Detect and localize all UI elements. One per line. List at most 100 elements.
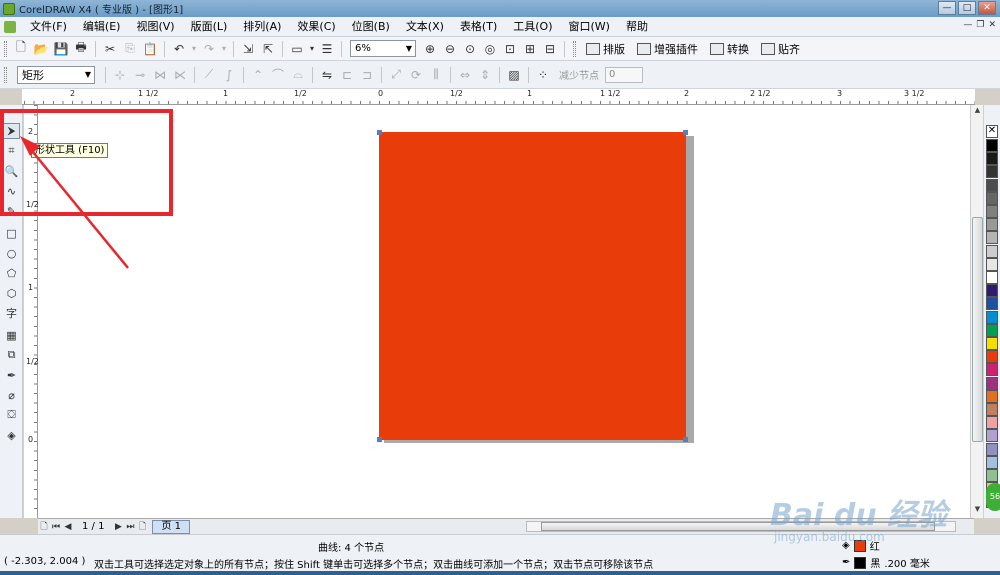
import-icon[interactable]: ⇲: [238, 40, 258, 58]
zoom-page-icon[interactable]: ⊡: [500, 40, 520, 58]
basic-shapes-tool-icon[interactable]: ⬡: [3, 285, 20, 301]
to-line-icon[interactable]: ⟋: [199, 66, 219, 84]
mdi-close-icon[interactable]: ✕: [988, 20, 996, 30]
delete-node-icon[interactable]: ⊸: [130, 66, 150, 84]
to-curve-icon[interactable]: ∫: [219, 66, 239, 84]
paste-icon[interactable]: 📋: [140, 40, 160, 58]
color-swatch[interactable]: [986, 429, 998, 443]
maximize-button[interactable]: □: [958, 1, 976, 15]
cusp-node-icon[interactable]: ⌃: [248, 66, 268, 84]
menu-window[interactable]: 窗口(W): [561, 17, 618, 37]
color-swatch[interactable]: [986, 257, 998, 271]
color-swatch[interactable]: [986, 152, 998, 166]
application-launcher-icon[interactable]: ▭: [287, 40, 307, 58]
next-page-icon[interactable]: ▶: [112, 522, 124, 532]
zoom-level-select[interactable]: 6% ▼: [350, 40, 416, 57]
select-all-nodes-icon[interactable]: ⁘: [533, 66, 553, 84]
add-page-after-icon[interactable]: 🗋: [136, 519, 148, 535]
color-swatch[interactable]: [986, 469, 998, 482]
color-swatch[interactable]: [986, 403, 998, 416]
layout-button[interactable]: 排版: [580, 41, 631, 57]
enhance-plugin-button[interactable]: 增强插件: [631, 41, 704, 57]
menu-edit[interactable]: 编辑(E): [75, 17, 129, 37]
text-tool-icon[interactable]: 字: [3, 305, 20, 321]
convert-button[interactable]: 转换: [704, 41, 755, 57]
previous-page-icon[interactable]: ◀: [62, 522, 74, 532]
color-swatch[interactable]: [986, 442, 998, 456]
scroll-up-icon[interactable]: ▲: [972, 106, 983, 118]
redo-dropdown-icon[interactable]: ▾: [219, 40, 229, 58]
zoom-height-icon[interactable]: ⊟: [540, 40, 560, 58]
menu-text[interactable]: 文本(X): [398, 17, 452, 37]
first-page-icon[interactable]: ⏮: [50, 522, 62, 532]
open-icon[interactable]: 📂: [31, 40, 51, 58]
redo-icon[interactable]: ↷: [199, 40, 219, 58]
outline-tool-icon[interactable]: ⌀: [3, 387, 20, 403]
save-icon[interactable]: 💾: [51, 40, 71, 58]
join-nodes-icon[interactable]: ⋈: [150, 66, 170, 84]
menu-effects[interactable]: 效果(C): [289, 17, 343, 37]
menu-view[interactable]: 视图(V): [128, 17, 182, 37]
notification-badge[interactable]: 56: [986, 483, 1000, 511]
elastic-mode-icon[interactable]: ▨: [504, 66, 524, 84]
outline-indicator[interactable]: ✒ 黑 .200 毫米: [842, 555, 930, 570]
break-curve-icon[interactable]: ⋉: [170, 66, 190, 84]
toolbar-grip[interactable]: [4, 40, 7, 57]
node-handle[interactable]: [683, 130, 688, 135]
color-swatch[interactable]: [986, 205, 998, 218]
color-swatch[interactable]: [986, 231, 998, 245]
fill-tool-icon[interactable]: ⛋: [3, 407, 20, 423]
stretch-nodes-icon[interactable]: ⤢: [386, 66, 406, 84]
export-icon[interactable]: ⇱: [258, 40, 278, 58]
menu-layout[interactable]: 版面(L): [183, 17, 236, 37]
smooth-node-icon[interactable]: ⌒: [268, 66, 288, 84]
menu-file[interactable]: 文件(F): [22, 17, 75, 37]
vertical-scrollbar[interactable]: ▲ ▼: [970, 105, 983, 518]
color-swatch[interactable]: [986, 350, 998, 364]
color-swatch[interactable]: [986, 376, 998, 390]
align-button[interactable]: 贴齐: [755, 41, 806, 57]
rotate-nodes-icon[interactable]: ⟳: [406, 66, 426, 84]
node-handle[interactable]: [683, 437, 688, 442]
add-node-icon[interactable]: ⊹: [110, 66, 130, 84]
welcome-screen-icon[interactable]: ☰: [317, 40, 337, 58]
menu-table[interactable]: 表格(T): [452, 17, 505, 37]
shape-type-select[interactable]: 矩形 ▼: [17, 65, 95, 84]
zoom-selected-icon[interactable]: ⊙: [460, 40, 480, 58]
rectangle-tool-icon[interactable]: □: [3, 225, 20, 241]
node-handle[interactable]: [377, 437, 382, 442]
vertical-scroll-thumb[interactable]: [972, 217, 983, 442]
zoom-all-icon[interactable]: ◎: [480, 40, 500, 58]
color-swatch[interactable]: [986, 284, 998, 298]
extract-subpath-icon[interactable]: ⊐: [357, 66, 377, 84]
ellipse-tool-icon[interactable]: ○: [3, 245, 20, 261]
document-icon[interactable]: [4, 20, 16, 33]
page-tab-1[interactable]: 页 1: [152, 519, 190, 534]
color-swatch[interactable]: [986, 244, 998, 258]
node-handle[interactable]: [377, 130, 382, 135]
reflect-horizontal-icon[interactable]: ⇔: [455, 66, 475, 84]
color-swatch[interactable]: [986, 323, 998, 337]
color-swatch[interactable]: [986, 455, 998, 469]
color-swatch[interactable]: [986, 178, 998, 192]
red-rectangle-shape[interactable]: [379, 132, 686, 440]
mdi-restore-icon[interactable]: ❐: [976, 20, 984, 30]
table-tool-icon[interactable]: ▦: [3, 327, 20, 343]
polygon-tool-icon[interactable]: ⬠: [3, 265, 20, 281]
color-swatch[interactable]: [986, 389, 998, 403]
undo-icon[interactable]: ↶: [169, 40, 189, 58]
color-swatch[interactable]: [986, 271, 998, 284]
color-swatch[interactable]: [986, 139, 998, 152]
print-icon[interactable]: 🖶: [71, 40, 91, 58]
cut-icon[interactable]: ✂: [100, 40, 120, 58]
menu-arrange[interactable]: 排列(A): [235, 17, 289, 37]
align-nodes-icon[interactable]: ⫼: [426, 66, 446, 84]
color-swatch[interactable]: [986, 191, 998, 205]
close-button[interactable]: ✕: [978, 1, 996, 15]
last-page-icon[interactable]: ⏭: [124, 522, 136, 532]
undo-dropdown-icon[interactable]: ▾: [189, 40, 199, 58]
interactive-fill-tool-icon[interactable]: ◈: [3, 427, 20, 443]
new-icon[interactable]: 🗋: [11, 40, 31, 58]
symmetric-node-icon[interactable]: ⌓: [288, 66, 308, 84]
menu-help[interactable]: 帮助: [618, 17, 656, 37]
